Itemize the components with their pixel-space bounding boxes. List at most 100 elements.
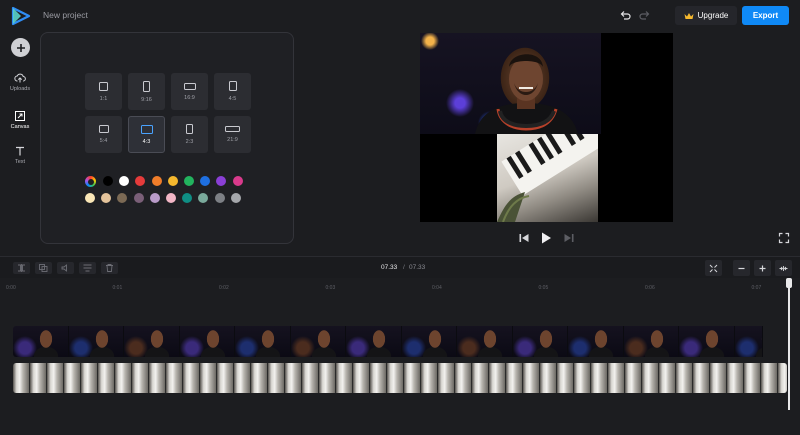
video-track-piano[interactable] [13, 363, 787, 393]
time-separator: / [403, 264, 405, 271]
ratio-label: 1:1 [99, 95, 108, 102]
piano-thumbnail [455, 363, 472, 393]
color-swatch-row2-2[interactable] [117, 193, 128, 203]
sidebar-item-label: Text [14, 159, 26, 165]
piano-thumbnail [659, 363, 676, 393]
sidebar-item-text[interactable]: Text [0, 145, 40, 173]
sidebar-item-canvas[interactable]: Canvas [0, 110, 40, 138]
duplicate-icon [39, 264, 48, 272]
volume-button[interactable] [57, 262, 74, 274]
sidebar-item-label: Canvas [10, 124, 30, 130]
piano-thumbnail [540, 363, 557, 393]
piano-thumbnail [710, 363, 727, 393]
video-clip-portrait[interactable] [420, 33, 601, 134]
color-swatch-row1-5[interactable] [184, 176, 194, 186]
video-clip-piano[interactable] [497, 134, 598, 222]
collapse-timeline-button[interactable] [775, 260, 792, 276]
layers-button[interactable] [79, 262, 96, 274]
fit-timeline-button[interactable] [705, 260, 722, 276]
ratio-option-4-3[interactable]: 4:3 [128, 116, 165, 153]
split-button[interactable] [13, 262, 30, 274]
color-swatch-row2-6[interactable] [182, 193, 193, 203]
piano-thumbnail [132, 363, 149, 393]
zoom-out-button[interactable] [733, 260, 750, 276]
color-swatch-row2-3[interactable] [133, 193, 144, 203]
color-swatch-row1-7[interactable] [216, 176, 227, 186]
left-sidebar: Uploads Canvas Text [0, 32, 40, 256]
total-duration: 07.33 [409, 264, 426, 271]
color-swatch-row2-4[interactable] [149, 193, 160, 203]
sidebar-item-uploads[interactable]: Uploads [0, 72, 40, 100]
color-swatch-row2-8[interactable] [214, 193, 225, 203]
ratio-shape-icon [228, 81, 237, 91]
piano-thumbnail [217, 363, 234, 393]
ratio-option-4-5[interactable]: 4:5 [214, 73, 251, 110]
portrait-thumbnail [734, 326, 763, 357]
color-swatch-row1-4[interactable] [167, 176, 178, 186]
redo-icon[interactable] [638, 9, 651, 22]
ratio-option-5-4[interactable]: 5:4 [85, 116, 122, 153]
timeline-tracks[interactable]: 0:00 0:01 0:02 0:03 0:04 0:05 0:06 0:07 [0, 278, 800, 435]
piano-thumbnail [625, 363, 642, 393]
piano-thumbnail [302, 363, 319, 393]
piano-thumbnail [336, 363, 353, 393]
portrait-thumbnail [457, 326, 513, 357]
ratio-option-1-1[interactable]: 1:1 [85, 73, 122, 110]
piano-thumbnail [200, 363, 217, 393]
canvas-resize-icon [15, 111, 25, 121]
ratio-option-16-9[interactable]: 16:9 [171, 73, 208, 110]
text-icon [16, 146, 24, 156]
portrait-thumbnail [346, 326, 402, 357]
portrait-thumbnail [235, 326, 291, 357]
piano-thumbnail [591, 363, 608, 393]
color-swatch-row2-5[interactable] [166, 193, 176, 203]
color-swatch-row1-1[interactable] [119, 176, 130, 186]
export-button[interactable]: Export [742, 6, 789, 25]
project-title[interactable]: New project [43, 10, 88, 20]
add-media-button[interactable] [11, 38, 30, 57]
piano-thumbnail [251, 363, 268, 393]
color-picker-icon[interactable] [85, 176, 96, 187]
fullscreen-icon[interactable] [778, 232, 790, 244]
piano-thumbnail [523, 363, 540, 393]
color-swatch-row2-1[interactable] [101, 193, 112, 203]
trash-icon [106, 264, 113, 272]
piano-thumbnail [489, 363, 506, 393]
duplicate-button[interactable] [35, 262, 52, 274]
color-swatch-row2-9[interactable] [230, 193, 241, 203]
play-icon[interactable] [539, 231, 553, 245]
piano-thumbnail [30, 363, 47, 393]
color-swatch-row1-0[interactable] [103, 176, 113, 186]
piano-thumbnail [149, 363, 166, 393]
piano-thumbnail [608, 363, 625, 393]
skip-forward-icon[interactable] [563, 232, 575, 244]
top-bar: New project Upgrade Export [0, 0, 800, 32]
playhead[interactable] [788, 280, 790, 410]
video-track-portrait[interactable] [13, 326, 787, 357]
undo-icon[interactable] [619, 9, 632, 22]
piano-thumbnail [285, 363, 302, 393]
ratio-shape-icon [183, 82, 196, 90]
ratio-label: 4:3 [142, 138, 151, 145]
ratio-option-21-9[interactable]: 21:9 [214, 116, 251, 153]
piano-thumbnail [370, 363, 387, 393]
skip-back-icon[interactable] [518, 232, 530, 244]
color-swatch-row1-3[interactable] [151, 176, 162, 186]
color-swatch-row1-2[interactable] [135, 176, 146, 186]
color-swatch-row1-6[interactable] [200, 176, 211, 186]
portrait-thumbnail [568, 326, 624, 357]
color-swatch-row2-0[interactable] [85, 193, 95, 203]
color-swatch-row1-8[interactable] [232, 176, 243, 186]
zoom-in-button[interactable] [754, 260, 771, 276]
ratio-shape-icon [98, 125, 109, 133]
upgrade-button[interactable]: Upgrade [675, 6, 737, 25]
ratio-option-2-3[interactable]: 2:3 [171, 116, 208, 153]
delete-button[interactable] [101, 262, 118, 274]
ratio-option-9-16[interactable]: 9:16 [128, 73, 165, 110]
layers-icon [83, 264, 92, 272]
video-preview[interactable] [420, 33, 673, 222]
ratio-shape-icon [143, 80, 150, 92]
app-logo-icon[interactable] [10, 6, 32, 26]
piano-thumbnail [234, 363, 251, 393]
color-swatch-row2-7[interactable] [198, 193, 209, 203]
